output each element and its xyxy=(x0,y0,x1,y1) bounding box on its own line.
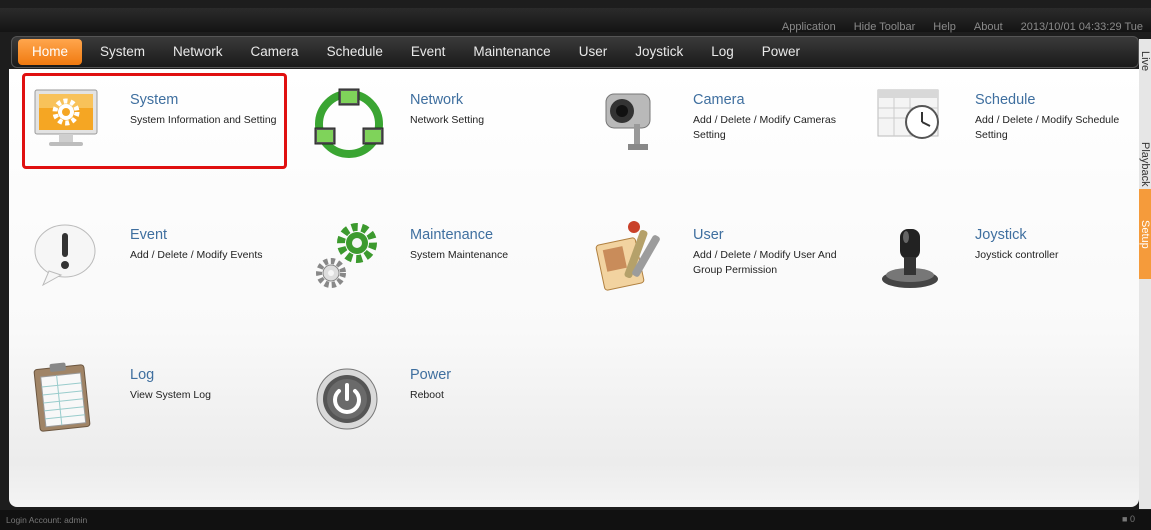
help-link[interactable]: Help xyxy=(933,21,956,33)
joystick-title[interactable]: Joystick xyxy=(975,227,1027,243)
status-count-value: 0 xyxy=(1129,514,1135,524)
schedule-tile[interactable]: Schedule Add / Delete / Modify Schedule … xyxy=(874,84,1144,184)
maintenance-tile[interactable]: Maintenance System Maintenance xyxy=(309,219,579,319)
joystick-tile[interactable]: Joystick Joystick controller xyxy=(874,219,1144,319)
log-title[interactable]: Log xyxy=(130,367,154,383)
status-icon: ■ xyxy=(1122,514,1128,524)
datetime-display: 2013/10/01 04:33:29 Tue xyxy=(1020,21,1143,33)
exclamation-bubble-icon xyxy=(29,219,109,299)
top-utility-bar: Application Hide Toolbar Help About 2013… xyxy=(0,8,1151,33)
nav-maintenance[interactable]: Maintenance xyxy=(459,39,564,65)
schedule-title[interactable]: Schedule xyxy=(975,92,1035,108)
nav-log[interactable]: Log xyxy=(697,39,748,65)
app-window: Application Hide Toolbar Help About 2013… xyxy=(0,0,1151,530)
joystick-icon xyxy=(874,219,954,299)
hide-toolbar-link[interactable]: Hide Toolbar xyxy=(854,21,916,33)
selection-highlight xyxy=(22,73,287,169)
nav-user[interactable]: User xyxy=(565,39,622,65)
side-tab-live[interactable]: Live xyxy=(1139,39,1151,84)
network-title[interactable]: Network xyxy=(410,92,463,108)
nav-power[interactable]: Power xyxy=(748,39,814,65)
about-link[interactable]: About xyxy=(974,21,1003,33)
power-tile[interactable]: Power Reboot xyxy=(309,359,579,459)
status-count: ■ 0 xyxy=(1122,514,1135,524)
login-account-label: Login Account: admin xyxy=(6,515,88,525)
security-camera-icon xyxy=(592,84,672,164)
maintenance-title[interactable]: Maintenance xyxy=(410,227,493,243)
nav-home[interactable]: Home xyxy=(18,39,83,65)
top-links: Application Hide Toolbar Help About 2013… xyxy=(782,21,1143,33)
nav-joystick[interactable]: Joystick xyxy=(621,39,697,65)
nav-system[interactable]: System xyxy=(86,39,159,65)
nav-network[interactable]: Network xyxy=(159,39,237,65)
user-description: Add / Delete / Modify User And Group Per… xyxy=(693,249,837,276)
calendar-clock-icon xyxy=(874,84,954,164)
application-link[interactable]: Application xyxy=(782,21,836,33)
clipboard-log-icon xyxy=(29,359,109,439)
nav-camera[interactable]: Camera xyxy=(237,39,313,65)
event-description: Add / Delete / Modify Events xyxy=(130,249,263,261)
status-bar: Login Account: admin ■ 0 xyxy=(0,510,1151,530)
user-tile[interactable]: User Add / Delete / Modify User And Grou… xyxy=(592,219,862,319)
event-title[interactable]: Event xyxy=(130,227,167,243)
power-description: Reboot xyxy=(410,389,444,401)
network-description: Network Setting xyxy=(410,114,485,126)
network-tile[interactable]: Network Network Setting xyxy=(309,84,579,184)
camera-title[interactable]: Camera xyxy=(693,92,745,108)
power-title[interactable]: Power xyxy=(410,367,451,383)
user-title[interactable]: User xyxy=(693,227,724,243)
network-computers-icon xyxy=(309,84,389,164)
schedule-description: Add / Delete / Modify Schedule Setting xyxy=(975,114,1120,141)
nav-event[interactable]: Event xyxy=(397,39,460,65)
power-button-icon xyxy=(309,359,389,439)
user-badge-keys-icon xyxy=(592,219,672,299)
main-navigation: Home System Network Camera Schedule Even… xyxy=(11,36,1139,68)
joystick-description: Joystick controller xyxy=(975,249,1059,261)
event-tile[interactable]: Event Add / Delete / Modify Events xyxy=(29,219,299,319)
camera-tile[interactable]: Camera Add / Delete / Modify Cameras Set… xyxy=(592,84,862,184)
side-tab-setup[interactable]: Setup xyxy=(1139,189,1151,279)
log-description: View System Log xyxy=(130,389,211,401)
gears-icon xyxy=(309,219,389,299)
nav-schedule[interactable]: Schedule xyxy=(313,39,397,65)
side-tabs: Live Playback Setup xyxy=(1139,39,1151,509)
home-panel: System System Information and Setting Ne… xyxy=(9,69,1139,507)
maintenance-description: System Maintenance xyxy=(410,249,509,261)
camera-description: Add / Delete / Modify Cameras Setting xyxy=(693,114,836,141)
log-tile[interactable]: Log View System Log xyxy=(29,359,299,459)
